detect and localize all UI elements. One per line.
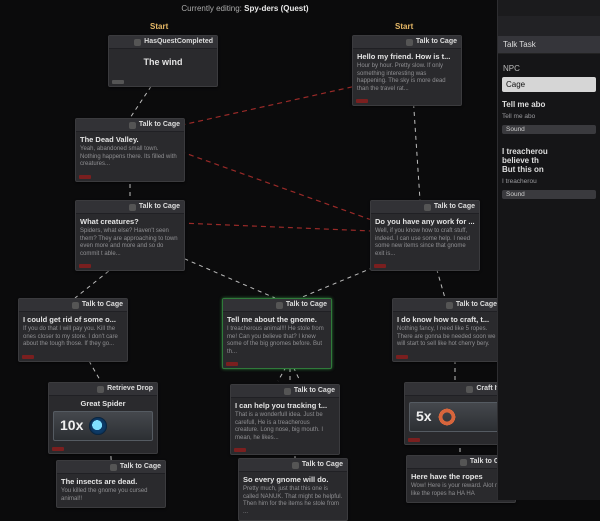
node-header: Talk to Cage (434, 203, 475, 212)
node-desc: Pretty much, just that this one is calle… (243, 486, 343, 516)
node-desc: You killed the gnome you cursed animal!! (61, 488, 161, 503)
header-prefix: Currently editing: (181, 4, 241, 13)
footer-pip (234, 448, 246, 452)
start-label-2: Start (395, 22, 413, 31)
node-every-gnome[interactable]: Talk to Cage So every gnome will do. Pre… (238, 458, 348, 521)
npc-icon (292, 462, 299, 469)
npc-icon (129, 204, 136, 211)
node-desc: Yeah, abandoned small town. Nothing happ… (80, 146, 180, 169)
ring-icon (438, 408, 456, 426)
node-desc: I treacherous animal!!! He stole from me… (227, 326, 327, 356)
node-desc: That is a wonderfull idea. Just be caref… (235, 412, 335, 442)
npc-label: NPC (498, 60, 600, 75)
node-header: Talk to Cage (416, 38, 457, 47)
npc-icon (446, 302, 453, 309)
reply-title: I treacherou (502, 147, 548, 156)
craft-icon (466, 386, 473, 393)
node-header: Talk to Cage (82, 301, 123, 310)
node-title: I can help you tracking t... (235, 401, 335, 410)
npc-icon (72, 302, 79, 309)
node-header: Talk to Cage (139, 121, 180, 130)
footer-pip (112, 80, 124, 84)
header-title: Spy-ders (Quest) (244, 4, 308, 13)
node-get-rid[interactable]: Talk to Cage I could get rid of some o..… (18, 298, 128, 362)
npc-icon (424, 204, 431, 211)
node-title: The Dead Valley. (80, 135, 180, 144)
editor-header: Currently editing: Spy-ders (Quest) (0, 4, 490, 13)
node-title: What creatures? (80, 217, 180, 226)
footer-pip (52, 447, 64, 451)
eye-icon (89, 417, 107, 435)
node-desc: Nothing fancy, I need like 5 ropes. Ther… (397, 326, 497, 349)
node-retrieve-drop[interactable]: Retrieve Drop Great Spider 10x (48, 382, 158, 454)
node-desc: Hour by hour. Pretty slow. If only somet… (357, 63, 457, 93)
objective-count: 5x (416, 408, 432, 426)
npc-icon (460, 459, 467, 466)
reply-small: I treacherou (502, 178, 596, 185)
reply-sub1: believe th (502, 156, 539, 165)
node-header: Talk to Cage (294, 387, 335, 396)
footer-pip (374, 264, 386, 268)
node-help-tracking[interactable]: Talk to Cage I can help you tracking t..… (230, 384, 340, 455)
node-title: Great Spider (53, 399, 153, 408)
objective-count: 10x (60, 417, 83, 435)
line-sub: Tell me abo (502, 113, 596, 120)
node-header: Talk to Cage (302, 461, 343, 470)
npc-icon (110, 464, 117, 471)
footer-pip (79, 264, 91, 268)
npc-icon (129, 122, 136, 129)
start-label-1: Start (150, 22, 168, 31)
node-what-creatures[interactable]: Talk to Cage What creatures? Spiders, wh… (75, 200, 185, 271)
node-title: Hello my friend. How is t... (357, 52, 457, 61)
footer-pip (408, 438, 420, 442)
drop-icon (97, 386, 104, 393)
node-title: I do know how to craft, t... (397, 315, 497, 324)
node-header: Retrieve Drop (107, 385, 153, 394)
node-title: Do you have any work for ... (375, 217, 475, 226)
flag-icon (134, 39, 141, 46)
objective-box: 10x (53, 411, 153, 441)
node-header: Talk to Cage (139, 203, 180, 212)
node-title: Here have the ropes (411, 472, 511, 481)
node-desc: Wow! Here is your reward. Alot right, li… (411, 483, 511, 498)
node-desc: If you do that I will pay you. Kill the … (23, 326, 123, 349)
objective-box: 5x (409, 402, 509, 432)
node-desc: Spiders, what else? Haven't seen them? T… (80, 228, 180, 258)
line-title: Tell me abo (502, 100, 545, 109)
node-title: I could get rid of some o... (23, 315, 123, 324)
footer-pip (22, 355, 34, 359)
node-hasquestcompleted[interactable]: HasQuestCompleted The wind (108, 35, 218, 87)
node-desc: Well, if you know how to craft stuff, in… (375, 228, 475, 258)
reply-sub2: But this on (502, 165, 544, 174)
node-title: So every gnome will do. (243, 475, 343, 484)
panel-spacer (498, 16, 600, 36)
npc-icon (276, 302, 283, 309)
node-have-work[interactable]: Talk to Cage Do you have any work for ..… (370, 200, 480, 271)
npc-icon (406, 39, 413, 46)
node-insects-dead[interactable]: Talk to Cage The insects are dead. You k… (56, 460, 166, 508)
node-title: The wind (113, 57, 213, 68)
node-tell-gnome[interactable]: Talk to Cage Tell me about the gnome. I … (222, 298, 332, 369)
node-header: Talk to Cage (456, 301, 497, 310)
footer-pip (396, 355, 408, 359)
panel-spacer (498, 0, 600, 16)
footer-pip (79, 175, 91, 179)
node-title: Tell me about the gnome. (227, 315, 327, 324)
node-know-craft[interactable]: Talk to Cage I do know how to craft, t..… (392, 298, 502, 362)
node-header: HasQuestCompleted (144, 38, 213, 47)
footer-pip (226, 362, 238, 366)
node-dead-valley[interactable]: Talk to Cage The Dead Valley. Yeah, aban… (75, 118, 185, 182)
footer-pip (356, 99, 368, 103)
node-header: Talk to Cage (286, 301, 327, 310)
node-header: Talk to Cage (120, 463, 161, 472)
npc-icon (284, 388, 291, 395)
sound-tag-2[interactable]: Sound (502, 190, 596, 199)
node-talk-hello[interactable]: Talk to Cage Hello my friend. How is t..… (352, 35, 462, 106)
sound-tag-1[interactable]: Sound (502, 125, 596, 134)
node-title: The insects are dead. (61, 477, 161, 486)
npc-input[interactable]: Cage (502, 77, 596, 92)
inspector-panel[interactable]: Talk Task NPC Cage Tell me abo Tell me a… (497, 0, 600, 500)
task-header: Talk Task (498, 36, 600, 54)
